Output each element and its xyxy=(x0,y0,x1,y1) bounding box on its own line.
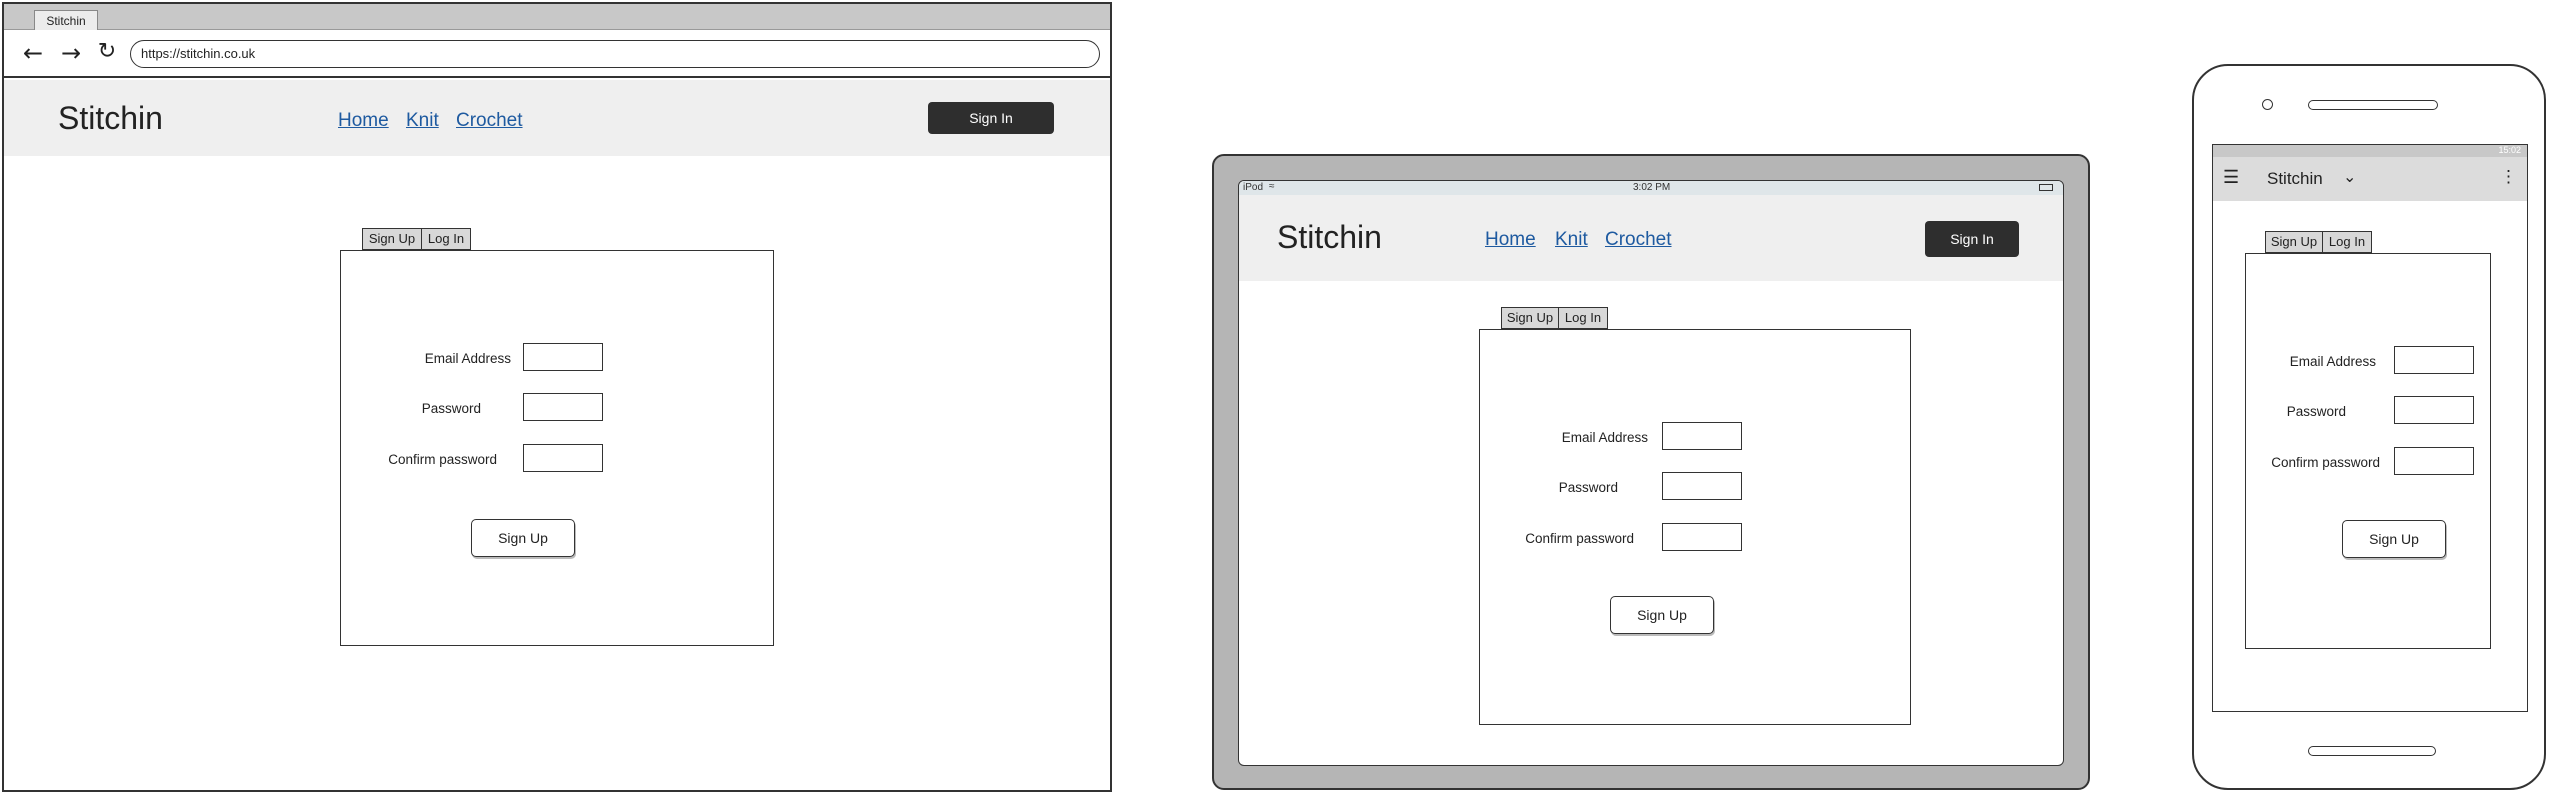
signup-form-panel: Email Address Password Confirm password … xyxy=(340,250,774,646)
signup-form-panel: Email Address Password Confirm password … xyxy=(1479,329,1911,725)
browser-tab[interactable]: Stitchin xyxy=(34,10,98,31)
nav-link-home[interactable]: Home xyxy=(338,110,389,132)
arrow-right-icon[interactable]: → xyxy=(58,41,84,67)
nav-link-crochet[interactable]: Crochet xyxy=(1605,229,1672,251)
arrow-left-icon[interactable]: ← xyxy=(20,41,46,67)
signup-form-panel: Email Address Password Confirm password … xyxy=(2245,253,2491,649)
confirm-password-field[interactable] xyxy=(2394,447,2474,475)
email-field[interactable] xyxy=(1662,422,1742,450)
phone-app-bar: ☰ Stitchin ⌄ ⋮ xyxy=(2213,157,2527,201)
email-field[interactable] xyxy=(523,343,603,371)
password-field[interactable] xyxy=(2394,396,2474,424)
tab-log-in[interactable]: Log In xyxy=(2322,231,2372,253)
password-label: Password xyxy=(421,401,481,416)
tab-sign-up[interactable]: Sign Up xyxy=(1501,307,1559,329)
confirm-password-field[interactable] xyxy=(1662,523,1742,551)
nav-link-crochet[interactable]: Crochet xyxy=(456,110,523,132)
phone-device: 15:02 ☰ Stitchin ⌄ ⋮ Sign Up Log In Emai… xyxy=(2192,64,2546,790)
camera-icon xyxy=(2262,99,2273,110)
site-header: Stitchin Home Knit Crochet Sign In xyxy=(1239,195,2063,281)
status-time: 3:02 PM xyxy=(1633,182,1671,193)
browser-tab-strip: Stitchin xyxy=(4,4,1110,31)
password-field[interactable] xyxy=(523,393,603,421)
phone-screen: 15:02 ☰ Stitchin ⌄ ⋮ Sign Up Log In Emai… xyxy=(2212,144,2528,712)
reload-icon[interactable]: ↻ xyxy=(94,40,120,66)
nav-link-knit[interactable]: Knit xyxy=(1555,229,1588,251)
tablet-device: iPod ≈ 3:02 PM Stitchin Home Knit Croche… xyxy=(1212,154,2090,790)
password-field[interactable] xyxy=(1662,472,1742,500)
email-label: Email Address xyxy=(424,351,511,366)
tab-sign-up[interactable]: Sign Up xyxy=(2265,231,2323,253)
chevron-down-icon[interactable]: ⌄ xyxy=(2343,167,2356,187)
sign-up-submit-button[interactable]: Sign Up xyxy=(1610,596,1714,634)
battery-icon xyxy=(2039,184,2053,191)
home-button[interactable] xyxy=(2308,746,2436,756)
nav-link-home[interactable]: Home xyxy=(1485,229,1536,251)
tab-log-in[interactable]: Log In xyxy=(1558,307,1608,329)
tab-log-in[interactable]: Log In xyxy=(421,228,471,250)
address-bar[interactable]: https://stitchin.co.uk xyxy=(130,40,1100,68)
password-label: Password xyxy=(2286,404,2346,419)
browser-window: Stitchin ← → ↻ https://stitchin.co.uk St… xyxy=(2,2,1112,792)
password-label: Password xyxy=(1558,480,1618,495)
email-field[interactable] xyxy=(2394,346,2474,374)
sign-in-button[interactable]: Sign In xyxy=(928,102,1054,134)
browser-toolbar: ← → ↻ https://stitchin.co.uk xyxy=(4,30,1110,78)
confirm-password-label: Confirm password xyxy=(388,452,497,467)
speaker-grille xyxy=(2308,100,2438,110)
email-label: Email Address xyxy=(2289,354,2376,369)
tab-sign-up[interactable]: Sign Up xyxy=(362,228,422,250)
sign-up-submit-button[interactable]: Sign Up xyxy=(2342,520,2446,558)
device-label: iPod xyxy=(1243,182,1264,193)
more-vertical-icon[interactable]: ⋮ xyxy=(2500,167,2517,187)
sign-in-button[interactable]: Sign In xyxy=(1925,221,2019,257)
status-time: 15:02 xyxy=(2498,145,2521,155)
site-brand[interactable]: Stitchin xyxy=(1277,219,1382,256)
tablet-screen: iPod ≈ 3:02 PM Stitchin Home Knit Croche… xyxy=(1238,180,2064,766)
site-header: Stitchin Home Knit Crochet Sign In xyxy=(4,80,1110,156)
phone-status-bar: 15:02 xyxy=(2213,145,2527,157)
wifi-icon: ≈ xyxy=(1269,181,1275,192)
confirm-password-label: Confirm password xyxy=(1525,531,1634,546)
sign-up-submit-button[interactable]: Sign Up xyxy=(471,519,575,557)
nav-link-knit[interactable]: Knit xyxy=(406,110,439,132)
confirm-password-field[interactable] xyxy=(523,444,603,472)
tablet-status-bar: iPod ≈ 3:02 PM xyxy=(1239,181,2063,195)
hamburger-menu-icon[interactable]: ☰ xyxy=(2223,167,2239,188)
site-brand[interactable]: Stitchin xyxy=(58,100,163,137)
confirm-password-label: Confirm password xyxy=(2271,455,2380,470)
email-label: Email Address xyxy=(1561,430,1648,445)
app-bar-title[interactable]: Stitchin xyxy=(2267,169,2323,189)
